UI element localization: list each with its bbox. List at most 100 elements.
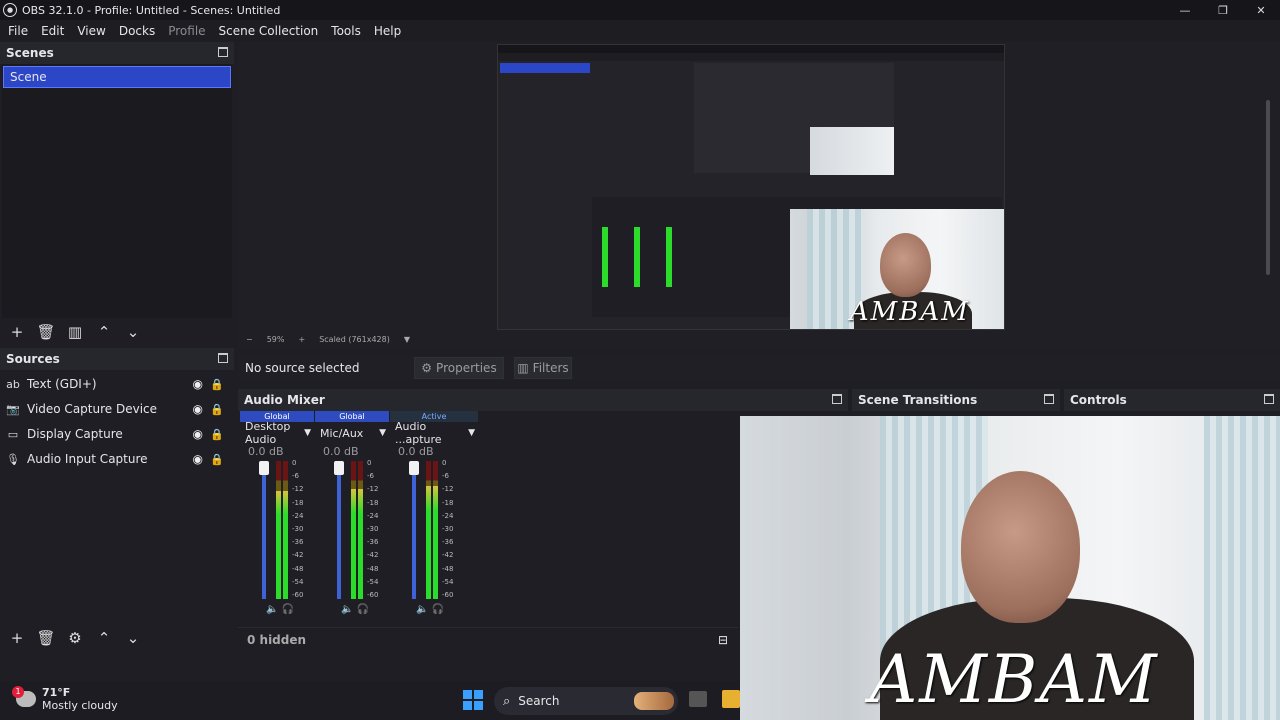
hidden-count: 0 hidden [247,632,307,647]
zoom-out-button[interactable]: − [246,335,253,344]
volume-fader-handle[interactable] [259,461,269,475]
file-explorer-icon[interactable] [722,690,740,708]
lock-icon[interactable]: 🔒 [210,453,224,466]
source-label: Text (GDI+) [27,377,97,391]
obs-logo-icon: ● [3,3,17,17]
properties-label: Properties [436,361,497,375]
task-view-icon[interactable] [689,691,707,707]
float-dock-icon[interactable] [218,47,228,57]
meter-tick-label: -48 [442,564,454,573]
scenes-dock: Scenes Scene + 🗑 ▥ ⌃ ⌄ [0,42,234,344]
preview-vertical-scrollbar[interactable] [1266,100,1270,275]
minimize-button[interactable]: — [1166,0,1204,20]
visibility-eye-icon[interactable]: ◉ [193,452,203,466]
volume-fader-track[interactable] [262,461,266,599]
channel-name-dropdown[interactable]: Audio ...apture ▼ [390,420,478,446]
visibility-eye-icon[interactable]: ◉ [193,427,203,441]
remove-scene-icon[interactable]: 🗑 [35,321,57,343]
meter-tick-label: -12 [292,485,304,494]
move-down-icon[interactable]: ⌄ [122,321,144,343]
filters-button[interactable]: ▥ Filters [514,357,572,379]
channel-name: Mic/Aux [320,426,364,440]
weather-temp: 71°F [42,686,71,699]
webcam-overlay-image: AMBAM [740,416,1280,720]
source-label: Audio Input Capture [27,452,148,466]
menu-help[interactable]: Help [374,24,401,38]
speaker-icon[interactable]: 🔈 [341,604,353,615]
headphones-icon[interactable]: 🎧 [432,604,444,615]
sources-toolbar: + 🗑 ⚙ ⌃ ⌄ [0,625,151,651]
audio-mixer-header: Audio Mixer [238,389,848,411]
channel-name-dropdown[interactable]: Desktop Audio ▼ [240,420,314,446]
volume-fader-handle[interactable] [409,461,419,475]
menu-view[interactable]: View [77,24,105,38]
scene-filters-icon[interactable]: ▥ [64,321,86,343]
volume-fader-track[interactable] [337,461,341,599]
channel-name-dropdown[interactable]: Mic/Aux ▼ [315,425,389,441]
move-down-icon[interactable]: ⌄ [122,627,144,649]
meter-tick-label: -6 [292,472,299,481]
controls-header: Controls [1064,389,1280,411]
chevron-down-icon: ▼ [304,428,311,438]
controls-title: Controls [1070,393,1127,407]
headphones-icon[interactable]: 🎧 [282,604,294,615]
scene-item[interactable]: Scene [3,66,231,88]
speaker-icon[interactable]: 🔈 [266,604,278,615]
source-item-audio-input[interactable]: 🎙 Audio Input Capture ◉ 🔒 [6,448,228,470]
meter-tick-label: -36 [442,538,454,547]
lock-icon[interactable]: 🔒 [210,378,224,391]
add-scene-icon[interactable]: + [6,321,28,343]
move-up-icon[interactable]: ⌃ [93,627,115,649]
chevron-down-icon[interactable]: ▼ [404,335,410,344]
menu-scene-collection[interactable]: Scene Collection [219,24,319,38]
source-item-display-capture[interactable]: ▭ Display Capture ◉ 🔒 [6,423,228,445]
meter-tick-label: -54 [292,577,304,586]
monitor-icon: ▭ [7,427,19,441]
remove-source-icon[interactable]: 🗑 [35,627,57,649]
scale-mode[interactable]: Scaled (761x428) [319,335,390,344]
properties-button[interactable]: ⚙ Properties [414,357,504,379]
volume-fader-track[interactable] [412,461,416,599]
lock-icon[interactable]: 🔒 [210,428,224,441]
menu-profile[interactable]: Profile [168,24,205,38]
menu-edit[interactable]: Edit [41,24,64,38]
menu-docks[interactable]: Docks [119,24,155,38]
add-source-icon[interactable]: + [6,627,28,649]
window-title: OBS 32.1.0 - Profile: Untitled - Scenes:… [22,3,281,17]
preview-zoom-bar: − 59% + Scaled (761x428) ▼ [238,330,1280,348]
visibility-eye-icon[interactable]: ◉ [193,402,203,416]
mixer-layout-icon[interactable]: ⊟ [718,633,728,647]
channel-volume-db: 0.0 dB [248,445,284,458]
weather-widget[interactable]: 1 71°F Mostly cloudy [12,686,118,712]
channel-name: Desktop Audio [245,420,291,446]
meter-tick-label: -54 [367,577,379,586]
zoom-in-button[interactable]: + [298,335,305,344]
menu-bar: File Edit View Docks Profile Scene Colle… [0,20,1280,41]
menu-file[interactable]: File [8,24,28,38]
float-dock-icon[interactable] [832,394,842,404]
meter-tick-label: -30 [367,525,379,533]
meter-tick-label: 0 [442,459,447,467]
source-item-video-capture[interactable]: 📷 Video Capture Device ◉ 🔒 [6,398,228,420]
volume-meter [276,461,288,599]
visibility-eye-icon[interactable]: ◉ [193,377,203,391]
taskbar-search[interactable]: ⌕ Search [494,687,678,715]
meter-tick-label: -18 [367,498,379,507]
windows-start-icon[interactable] [463,690,483,710]
move-up-icon[interactable]: ⌃ [93,321,115,343]
source-properties-gear-icon[interactable]: ⚙ [64,627,86,649]
maximize-button[interactable]: ❐ [1204,0,1242,20]
notification-badge: 1 [12,686,24,698]
volume-fader-handle[interactable] [334,461,344,475]
menu-tools[interactable]: Tools [331,24,361,38]
float-dock-icon[interactable] [1264,394,1274,404]
source-item-text[interactable]: ab Text (GDI+) ◉ 🔒 [6,373,228,395]
scenes-list: Scene [2,64,232,318]
close-button[interactable]: ✕ [1242,0,1280,20]
speaker-icon[interactable]: 🔈 [416,604,428,615]
meter-tick-label: -54 [442,577,454,586]
lock-icon[interactable]: 🔒 [210,403,224,416]
headphones-icon[interactable]: 🎧 [357,604,369,615]
float-dock-icon[interactable] [1044,394,1054,404]
float-dock-icon[interactable] [218,353,228,363]
